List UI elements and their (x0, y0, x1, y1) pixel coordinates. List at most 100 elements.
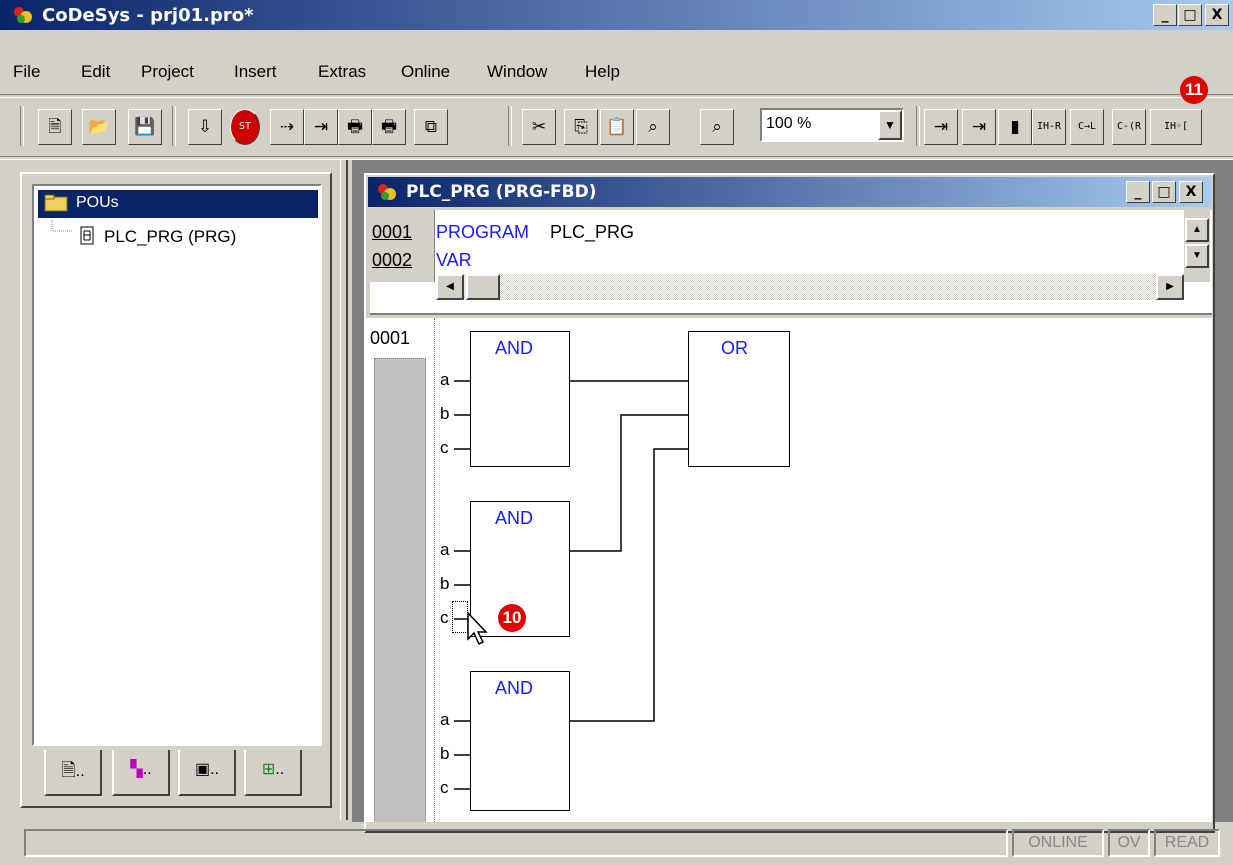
stop-icon[interactable]: ST (230, 109, 260, 145)
scroll-right-icon[interactable]: ▶ (1156, 274, 1184, 300)
visualization-icon: ▣ (194, 761, 211, 778)
editor-title-bar[interactable]: PLC_PRG (PRG-FBD) _ □ X (368, 177, 1211, 207)
and-block-1[interactable]: AND (470, 331, 570, 467)
data-types-icon: ▚ (130, 761, 143, 778)
menu-insert[interactable]: Insert (234, 62, 277, 82)
editor-close-button[interactable]: X (1179, 181, 1203, 203)
menu-edit[interactable]: Edit (81, 62, 110, 82)
input-pin-b[interactable]: b (440, 404, 449, 424)
status-message-area (24, 829, 1008, 857)
folder-open-icon (44, 194, 68, 212)
scroll-up-icon[interactable]: ▲ (1185, 218, 1209, 242)
tab-data-types[interactable]: ▚.. (112, 750, 170, 796)
toolbar-separator (916, 106, 920, 146)
input-pin-a[interactable]: a (440, 540, 449, 560)
or-block[interactable]: OR (688, 331, 790, 467)
panel-splitter[interactable] (340, 160, 348, 820)
app-title-bar[interactable]: CoDeSys - prj01.pro* _ □ X (0, 0, 1233, 30)
codesys-app-icon (14, 7, 32, 23)
editor-title: PLC_PRG (PRG-FBD) (406, 182, 597, 202)
new-file-icon[interactable]: 🗎 (38, 109, 72, 145)
cut-icon[interactable]: ✂ (522, 109, 556, 145)
zoom-combobox[interactable]: 100 % ▼ (760, 108, 904, 142)
pin-stubs (454, 720, 470, 790)
menu-file[interactable]: File (13, 62, 40, 82)
paste-icon[interactable]: 📋 (600, 109, 634, 145)
decl-keyword-program: PROGRAM (436, 222, 530, 242)
block-type-label: AND (495, 508, 534, 528)
menu-project[interactable]: Project (141, 62, 194, 82)
decl-horizontal-scrollbar[interactable]: ◀ ▶ (436, 274, 1184, 300)
document-icon: 🗎 (61, 760, 76, 780)
scroll-down-icon[interactable]: ▼ (1185, 244, 1209, 268)
minimize-button[interactable]: _ (1153, 4, 1177, 26)
block-type-label: AND (495, 678, 534, 698)
tab-pous[interactable]: 🗎.. (44, 750, 102, 796)
tab-visualizations-label: .. (210, 761, 219, 778)
pin-stubs (454, 380, 470, 450)
fbd-editor[interactable]: 0001 AND a b c AND a b c 10 AND a b c OR (366, 318, 1212, 822)
insert-output-icon[interactable]: ⇥ (962, 109, 996, 145)
menu-help[interactable]: Help (585, 62, 620, 82)
toolbar-grip (20, 106, 24, 146)
scroll-thumb[interactable] (466, 274, 500, 300)
insert-reset-icon[interactable]: IH-R (1032, 109, 1066, 145)
negate-icon[interactable]: IH◦[ (1150, 109, 1202, 145)
tab-pous-label: .. (75, 763, 85, 780)
resources-icon: ⊞ (261, 761, 276, 778)
zoom-dropdown-arrow-icon[interactable]: ▼ (878, 110, 902, 140)
block-type-label: AND (495, 338, 534, 358)
menu-bar: File Edit Project Insert Extras Online W… (0, 58, 1233, 86)
input-pin-b[interactable]: b (440, 574, 449, 594)
status-online: ONLINE (1012, 829, 1104, 857)
save-icon[interactable]: 💾 (128, 109, 162, 145)
login-icon[interactable]: ⇩ (188, 109, 222, 145)
print-setup-icon[interactable]: 🖶 (372, 109, 406, 145)
insert-input-icon[interactable]: ⇥ (924, 109, 958, 145)
input-pin-c[interactable]: c (440, 778, 449, 798)
copy-icon[interactable]: ⎘ (564, 109, 598, 145)
editor-minimize-button[interactable]: _ (1126, 181, 1150, 203)
status-read: READ (1154, 829, 1220, 857)
editor-maximize-button[interactable]: □ (1152, 181, 1176, 203)
wire-and3-to-or (570, 448, 688, 722)
open-folder-icon[interactable]: 📂 (82, 109, 116, 145)
input-pin-c[interactable]: c (440, 608, 449, 628)
tab-resources-label: .. (275, 761, 285, 778)
pou-root-selected-highlight[interactable]: POUs (38, 190, 318, 218)
menu-window[interactable]: Window (487, 62, 547, 82)
multi-window-icon[interactable]: ⧉ (414, 109, 448, 145)
menu-extras[interactable]: Extras (318, 62, 366, 82)
maximize-button[interactable]: □ (1178, 4, 1202, 26)
tab-data-types-label: .. (142, 761, 152, 778)
print-icon[interactable]: 🖶 (338, 109, 372, 145)
declaration-editor[interactable]: 0001 PROGRAM PLC_PRG 0002 VAR ▲ ▼ ◀ ▶ (370, 210, 1212, 315)
find-next-icon[interactable]: ⌕ (700, 109, 734, 145)
tab-resources[interactable]: ⊞.. (244, 750, 302, 796)
wire-and2-to-or (570, 414, 688, 552)
insert-coil-icon[interactable]: C→L (1070, 109, 1104, 145)
decl-keyword-var: VAR (436, 250, 472, 270)
program-icon (80, 226, 94, 245)
find-icon[interactable]: ⌕ (636, 109, 670, 145)
codesys-doc-icon (378, 184, 396, 200)
pou-root-label: POUs (76, 194, 119, 211)
mouse-cursor-icon (467, 611, 488, 646)
insert-reset-coil-icon[interactable]: C-(R (1112, 109, 1146, 145)
scroll-left-icon[interactable]: ◀ (436, 274, 464, 300)
step-icon[interactable]: ⇢ (270, 109, 304, 145)
input-pin-a[interactable]: a (440, 370, 449, 390)
pou-item-plc-prg[interactable]: PLC_PRG (PRG) (104, 227, 236, 247)
menu-online[interactable]: Online (401, 62, 450, 82)
decl-vertical-scrollbar[interactable]: ▲ ▼ (1184, 210, 1210, 282)
input-pin-a[interactable]: a (440, 710, 449, 730)
close-button[interactable]: X (1205, 4, 1229, 26)
tab-visualizations[interactable]: ▣.. (178, 750, 236, 796)
insert-box-icon[interactable]: ▮ (998, 109, 1032, 145)
block-type-label: OR (721, 338, 748, 358)
input-pin-b[interactable]: b (440, 744, 449, 764)
input-pin-c[interactable]: c (440, 438, 449, 458)
and-block-3[interactable]: AND (470, 671, 570, 811)
decl-line-number: 0002 (372, 250, 413, 270)
step-into-icon[interactable]: ⇥ (304, 109, 338, 145)
